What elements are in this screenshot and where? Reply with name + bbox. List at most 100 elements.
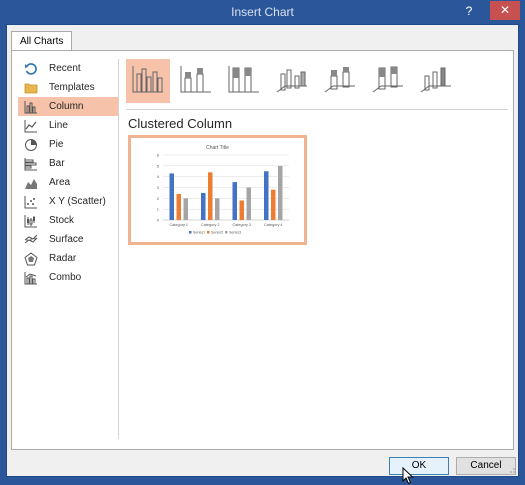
- y-tick-label: 2: [157, 196, 160, 201]
- subtype-3d-column[interactable]: [414, 59, 458, 103]
- recent-icon: [24, 62, 38, 76]
- surface-chart-icon: [24, 233, 38, 247]
- bar-series2-1: [176, 194, 181, 220]
- stacked-column-icon: [179, 64, 213, 99]
- legend-label: Series1: [193, 231, 205, 235]
- 3d-100-stacked-column-icon: [371, 64, 405, 99]
- title-bar[interactable]: Insert Chart ? ✕: [0, 0, 525, 24]
- subtype-3d-100-stacked-column[interactable]: [366, 59, 410, 103]
- subtype-3d-clustered-column[interactable]: [270, 59, 314, 103]
- column-chart-icon: [24, 100, 38, 114]
- area-chart-icon: [24, 176, 38, 190]
- y-tick-label: 1: [157, 207, 160, 212]
- combo-chart-icon: [24, 271, 38, 285]
- bar-series2-4: [271, 189, 276, 220]
- sidebar-item-label: Combo: [49, 272, 82, 283]
- x-category-label: Category 1: [169, 223, 188, 227]
- bar-series3-2: [215, 198, 220, 220]
- tab-all-charts[interactable]: All Charts: [11, 31, 73, 51]
- insert-chart-dialog: Insert Chart ? ✕ All Charts Recent Templ…: [0, 0, 525, 485]
- bar-series2-3: [239, 200, 244, 220]
- 100-stacked-column-icon: [227, 64, 261, 99]
- pie-chart-icon: [24, 138, 38, 152]
- chart-subtype-title: Clustered Column: [128, 116, 233, 131]
- sidebar-item-label: Bar: [49, 158, 65, 169]
- bar-series3-4: [278, 165, 283, 220]
- sidebar-item-label: Column: [49, 101, 84, 112]
- bar-series2-2: [208, 172, 213, 220]
- chart-category-list: Recent Templates Column Line Pie Bar Are…: [18, 59, 118, 287]
- bar-series1-1: [169, 173, 174, 220]
- tab-strip: All Charts: [7, 25, 518, 51]
- sidebar-item-label: Stock: [49, 215, 75, 226]
- sidebar-item-label: Recent: [49, 63, 81, 74]
- legend-label: Series3: [229, 231, 241, 235]
- y-tick-label: 3: [157, 185, 160, 190]
- sidebar-item-templates[interactable]: Templates: [18, 78, 118, 97]
- gallery-divider: [126, 109, 508, 110]
- sidebar-item-radar[interactable]: Radar: [18, 249, 118, 268]
- mouse-pointer-icon: [402, 467, 414, 485]
- preview-chart-title: Chart Title: [206, 145, 229, 151]
- bar-series3-1: [183, 198, 188, 220]
- resize-grip-icon[interactable]: [508, 466, 516, 474]
- clustered-column-icon: [131, 64, 165, 99]
- sidebar-item-label: Pie: [49, 139, 64, 150]
- chart-subtype-gallery: [126, 59, 506, 105]
- chart-preview[interactable]: Chart Title 0 1 2 3 4 5 6 Category 1 Category 2 C…: [128, 135, 307, 245]
- y-tick-label: 0: [157, 218, 160, 223]
- dialog-title: Insert Chart: [231, 5, 294, 19]
- dialog-body: All Charts Recent Templates Column Line …: [6, 24, 519, 477]
- bar-series3-3: [246, 187, 251, 220]
- sidebar-item-label: Line: [49, 120, 68, 131]
- y-tick-label: 6: [157, 153, 160, 158]
- scatter-chart-icon: [24, 195, 38, 209]
- bar-chart-icon: [24, 157, 38, 171]
- help-button[interactable]: ?: [461, 2, 477, 20]
- tab-panel: Recent Templates Column Line Pie Bar Are…: [11, 50, 514, 450]
- sidebar-item-column[interactable]: Column: [18, 97, 118, 116]
- subtype-100-stacked-column[interactable]: [222, 59, 266, 103]
- 3d-column-icon: [419, 64, 453, 99]
- y-tick-label: 5: [157, 163, 160, 168]
- line-chart-icon: [24, 119, 38, 133]
- subtype-clustered-column[interactable]: [126, 59, 170, 103]
- sidebar-item-surface[interactable]: Surface: [18, 230, 118, 249]
- stock-chart-icon: [24, 214, 38, 228]
- sidebar-item-scatter[interactable]: X Y (Scatter): [18, 192, 118, 211]
- bar-series1-2: [201, 192, 206, 220]
- sidebar-item-label: Templates: [49, 82, 95, 93]
- sidebar-item-stock[interactable]: Stock: [18, 211, 118, 230]
- close-button[interactable]: ✕: [490, 1, 520, 20]
- bar-series1-4: [264, 171, 269, 220]
- legend-swatch: [225, 231, 228, 234]
- sidebar-item-combo[interactable]: Combo: [18, 268, 118, 287]
- folder-icon: [24, 81, 38, 95]
- ok-button[interactable]: OK: [389, 457, 449, 475]
- sidebar-item-area[interactable]: Area: [18, 173, 118, 192]
- sidebar-item-label: Surface: [49, 234, 84, 245]
- preview-chart-svg: Chart Title 0 1 2 3 4 5 6 Category 1 Category 2 C…: [157, 145, 289, 235]
- sidebar-item-recent[interactable]: Recent: [18, 59, 118, 78]
- subtype-stacked-column[interactable]: [174, 59, 218, 103]
- sidebar-item-label: X Y (Scatter): [49, 196, 106, 207]
- bar-series1-3: [232, 182, 237, 220]
- x-category-label: Category 4: [264, 223, 283, 227]
- sidebar-item-label: Radar: [49, 253, 77, 264]
- legend-swatch: [207, 231, 210, 234]
- radar-chart-icon: [24, 251, 38, 266]
- subtype-3d-stacked-column[interactable]: [318, 59, 362, 103]
- cancel-button[interactable]: Cancel: [456, 457, 516, 475]
- legend-swatch: [189, 231, 192, 234]
- sidebar-item-label: Area: [49, 177, 71, 188]
- 3d-clustered-column-icon: [275, 64, 309, 99]
- x-category-label: Category 3: [232, 223, 251, 227]
- y-tick-label: 4: [157, 174, 160, 179]
- sidebar-item-bar[interactable]: Bar: [18, 154, 118, 173]
- legend-label: Series2: [211, 231, 223, 235]
- x-category-label: Category 2: [201, 223, 220, 227]
- 3d-stacked-column-icon: [323, 64, 357, 99]
- sidebar-divider: [118, 59, 119, 439]
- sidebar-item-pie[interactable]: Pie: [18, 135, 118, 154]
- sidebar-item-line[interactable]: Line: [18, 116, 118, 135]
